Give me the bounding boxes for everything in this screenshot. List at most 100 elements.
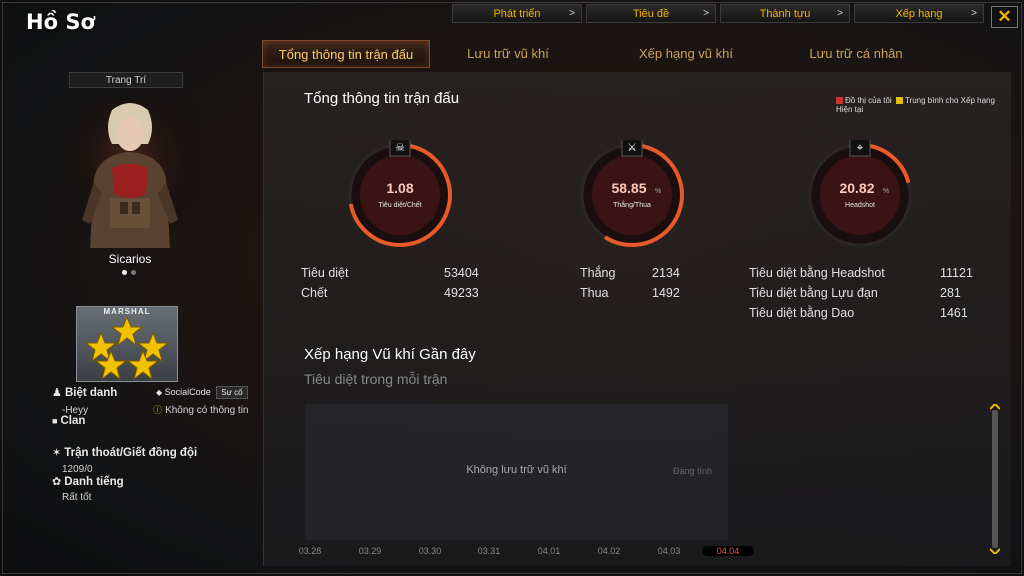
weapon-chart-area: Không lưu trữ vũ khí Đang tính xyxy=(305,404,728,540)
gauge-winloss-value: 58.85 xyxy=(611,180,646,196)
stat-losses-label: Thua xyxy=(580,286,609,300)
sniper-glyph: ⌖ xyxy=(857,142,863,154)
handshake-icon: ✿ xyxy=(52,476,62,488)
date-tick[interactable]: 03.29 xyxy=(350,546,390,556)
tab-label: Lưu trữ cá nhân xyxy=(809,45,903,61)
clan-icon: ■ xyxy=(52,416,58,426)
weapon-ranking-subtitle: Tiêu diệt trong mỗi trận xyxy=(304,371,448,387)
stat-knife-kills-value: 1461 xyxy=(940,306,968,320)
decoration-button[interactable]: Trang Trí xyxy=(69,72,183,88)
crossed-rifles-glyph: ⚔ xyxy=(627,142,637,154)
clan-row: ■ Clan xyxy=(52,415,85,427)
nav-title-button[interactable]: Tiêu đề > xyxy=(586,4,716,23)
gauge-headshot-unit: % xyxy=(883,188,889,195)
close-icon: ✕ xyxy=(997,7,1012,26)
date-tick[interactable]: 04.02 xyxy=(589,546,629,556)
gauge-headshot: ⌖ 20.82 % Headshot xyxy=(808,140,912,247)
stat-wins-value: 2134 xyxy=(652,266,680,280)
stat-headshot-kills-label: Tiêu diệt bằng Headshot xyxy=(749,266,885,280)
date-tick-active[interactable]: 04.04 xyxy=(702,546,754,556)
tab-match-summary[interactable]: Tổng thông tin trận đấu xyxy=(262,40,430,68)
nav-achievements-button[interactable]: Thành tựu > xyxy=(720,4,850,23)
legend-mine-label: Đồ thị của tôi xyxy=(845,96,892,105)
clan-label: Clan xyxy=(60,415,86,427)
tab-personal-archive[interactable]: Lưu trữ cá nhân xyxy=(786,40,926,66)
stat-wins-label: Thắng xyxy=(580,266,616,280)
stat-grenade-kills-label: Tiêu diệt bằng Lựu đạn xyxy=(749,286,878,300)
gauge-kd-label: Tiêu diệt/Chết xyxy=(378,200,421,209)
date-tick[interactable]: 03.28 xyxy=(290,546,330,556)
tag-icon: ◆ xyxy=(156,388,163,397)
gauge-headshot-value: 20.82 xyxy=(839,180,874,196)
legend-mine-swatch xyxy=(836,97,843,105)
scroll-up-icon[interactable] xyxy=(990,404,1000,410)
tab-label: Xếp hạng vũ khí xyxy=(639,45,733,61)
gauge-kd: ☠ 1.08 Tiêu diệt/Chết xyxy=(348,140,452,247)
stat-kills-value: 53404 xyxy=(444,266,479,280)
rank-stars-icon xyxy=(84,315,170,381)
stat-grenade-kills-value: 281 xyxy=(940,286,961,300)
top-nav: Phát triển > Tiêu đề > Thành tựu > Xếp hạng… xyxy=(452,4,984,23)
chart-legend: Đồ thị của tôi Trung bình cho Xếp hạng H… xyxy=(836,96,1006,114)
reputation-value: Rất tốt xyxy=(62,492,92,503)
social-code-button[interactable]: Sự cố xyxy=(216,386,248,399)
gauge-kd-value: 1.08 xyxy=(386,180,413,196)
empty-weapon-text: Không lưu trữ vũ khí xyxy=(466,464,567,476)
stat-losses-value: 1492 xyxy=(652,286,680,300)
tab-weapon-archive[interactable]: Lưu trữ vũ khí xyxy=(430,40,586,66)
stat-deaths-value: 49233 xyxy=(444,286,479,300)
scrollbar[interactable] xyxy=(990,404,1000,554)
reputation-value-row: Rất tốt xyxy=(62,491,91,503)
chevron-right-icon: > xyxy=(703,8,709,19)
gauge-winloss: ⚔ 58.85 % Thắng/Thua xyxy=(580,140,684,247)
nav-ranking-button[interactable]: Xếp hạng > xyxy=(854,4,984,23)
date-tick[interactable]: 04.01 xyxy=(529,546,569,556)
scroll-down-icon[interactable] xyxy=(990,548,1000,554)
pager-dot[interactable] xyxy=(131,270,136,275)
tab-bar: Tổng thông tin trận đấu Lưu trữ vũ khí X… xyxy=(262,40,926,68)
close-button[interactable]: ✕ xyxy=(991,6,1018,28)
chevron-right-icon: > xyxy=(837,8,843,19)
social-code-value-row: ⓘ Không có thông tin xyxy=(153,403,248,416)
gauge-winloss-label: Thắng/Thua xyxy=(613,200,651,209)
nav-development-button[interactable]: Phát triển > xyxy=(452,4,582,23)
date-tick[interactable]: 03.31 xyxy=(469,546,509,556)
nav-label: Xếp hạng xyxy=(895,7,943,20)
stat-headshot-kills-value: 11121 xyxy=(940,266,973,280)
escape-value-row: 1209/0 xyxy=(62,463,93,475)
escape-row: ✶ Trận thoát/Giết đồng đội xyxy=(52,446,197,459)
tab-label: Lưu trữ vũ khí xyxy=(467,45,549,61)
stat-kills-label: Tiêu diệt xyxy=(301,266,349,280)
person-icon: ♟ xyxy=(52,387,62,399)
character-avatar xyxy=(60,98,200,248)
rank-badge: MARSHAL xyxy=(76,306,178,382)
nav-label: Thành tựu xyxy=(759,7,811,20)
gauge-winloss-unit: % xyxy=(655,188,661,195)
gauge-headshot-label: Headshot xyxy=(845,202,875,209)
nav-label: Phát triển xyxy=(493,7,541,20)
character-pager[interactable] xyxy=(122,270,136,275)
stat-deaths-label: Chết xyxy=(301,286,328,300)
pending-text: Đang tính xyxy=(673,466,713,476)
summary-title: Tổng thông tin trận đấu xyxy=(304,90,460,107)
stat-knife-kills-label: Tiêu diệt bằng Dao xyxy=(749,306,855,320)
pager-dot[interactable] xyxy=(122,270,127,275)
question-icon: ⓘ xyxy=(153,405,163,415)
tab-label: Tổng thông tin trận đấu xyxy=(278,46,414,62)
reputation-label: Danh tiếng xyxy=(64,476,124,488)
tab-weapon-ranking[interactable]: Xếp hạng vũ khí xyxy=(586,40,786,66)
social-code-value: Không có thông tin xyxy=(165,405,249,416)
social-code-row: ◆ SocialCode Sự cố xyxy=(156,386,248,399)
date-tick[interactable]: 04.03 xyxy=(649,546,689,556)
skull-glyph: ☠ xyxy=(395,142,405,154)
nickname-row: ♟ Biệt danh xyxy=(52,386,117,399)
running-man-icon: ✶ xyxy=(52,447,62,459)
page-title: Hồ Sơ xyxy=(26,10,95,34)
escape-label: Trận thoát/Giết đồng đội xyxy=(64,447,198,459)
chevron-right-icon: > xyxy=(569,8,575,19)
escape-value: 1209/0 xyxy=(62,464,93,475)
decoration-label: Trang Trí xyxy=(105,74,147,86)
weapon-ranking-title: Xếp hạng Vũ khí Gần đây xyxy=(304,346,476,363)
date-tick[interactable]: 03.30 xyxy=(410,546,450,556)
chevron-right-icon: > xyxy=(971,8,977,19)
